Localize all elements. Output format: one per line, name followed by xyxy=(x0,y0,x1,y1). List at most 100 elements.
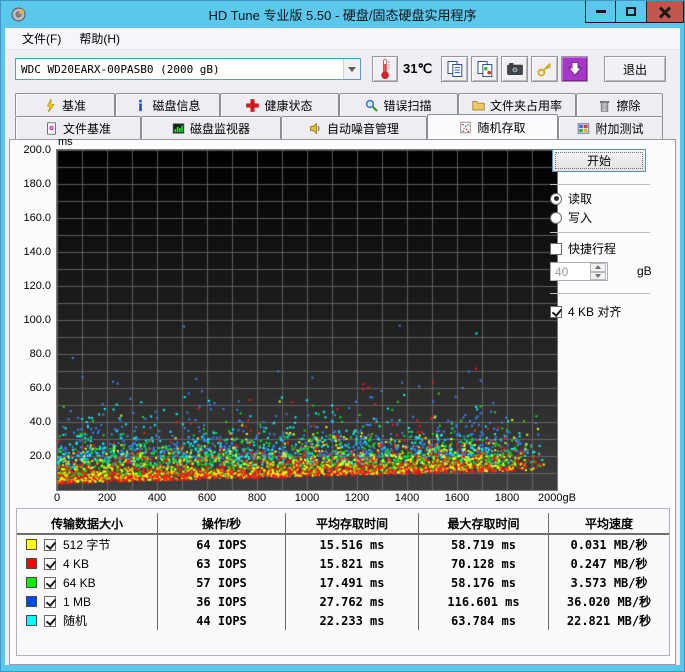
tab-disk-monitor[interactable]: 磁盘监视器 xyxy=(141,116,281,139)
max-access-value: 116.601 ms xyxy=(418,592,548,611)
download-arrow-icon xyxy=(567,62,582,76)
tab-extra-tests[interactable]: 附加测试 xyxy=(558,116,663,139)
camera-icon xyxy=(506,63,523,75)
tab-benchmark[interactable]: 基准 xyxy=(15,93,115,116)
series-checkbox[interactable] xyxy=(44,576,56,589)
tab-error-scan[interactable]: 错误扫描 xyxy=(339,93,458,116)
tab-label: 擦除 xyxy=(616,98,641,113)
table-header-cell: 平均存取时间 xyxy=(285,513,418,533)
series-color-chip xyxy=(26,596,37,607)
menubar: 文件(F) 帮助(H) xyxy=(5,28,680,50)
short-stroke-row[interactable]: 快捷行程 xyxy=(550,240,616,257)
x-axis-labels: 0 200 400 600 800 1000 1200 1400 1600 1800 2000gB xyxy=(10,492,630,506)
copy-text-icon xyxy=(447,61,462,77)
series-checkbox[interactable] xyxy=(44,595,56,608)
update-button[interactable] xyxy=(561,56,588,82)
close-button[interactable] xyxy=(647,1,684,23)
tab-disk-info[interactable]: 磁盘信息 xyxy=(115,93,220,116)
short-stroke-spinner xyxy=(590,263,606,280)
y-axis-unit-label: ms xyxy=(58,136,73,148)
tab-label: 文件夹占用率 xyxy=(489,98,562,113)
drive-select-value: WDC WD20EARX-00PASB0 (2000 gB) xyxy=(21,62,220,76)
separator xyxy=(550,184,650,185)
spinner-down-icon xyxy=(595,273,601,278)
tab-erase[interactable]: 擦除 xyxy=(576,93,663,116)
avg-speed-value: 0.247 MB/秒 xyxy=(548,554,669,573)
erase-icon xyxy=(600,100,610,112)
x-tick-label: 1200 xyxy=(344,492,370,504)
spinner-up-button[interactable] xyxy=(590,263,606,272)
series-color-chip xyxy=(26,577,37,588)
avg-access-value: 15.516 ms xyxy=(285,535,418,554)
series-checkbox[interactable] xyxy=(44,614,56,627)
table-header-cell: 最大存取时间 xyxy=(418,513,548,533)
spinner-up-icon xyxy=(595,265,601,270)
y-tick-label: 140.0 xyxy=(23,246,51,258)
table-row: 512 字节 64 IOPS 15.516 ms 58.719 ms 0.031 MB/… xyxy=(17,535,669,554)
separator xyxy=(550,232,650,233)
align-row[interactable]: 4 KB 对齐 xyxy=(550,303,621,320)
scatter-plot xyxy=(56,149,558,491)
series-checkbox[interactable] xyxy=(44,557,56,570)
write-radio-row[interactable]: 写入 xyxy=(550,209,592,226)
short-stroke-label: 快捷行程 xyxy=(568,242,617,256)
iops-value: 57 IOPS xyxy=(157,573,285,592)
tab-aam[interactable]: 自动噪音管理 xyxy=(281,116,427,139)
temperature-button[interactable] xyxy=(372,56,398,82)
align-checkbox[interactable] xyxy=(550,305,562,318)
tab-health[interactable]: 健康状态 xyxy=(220,93,339,116)
table-header-cell: 操作/秒 xyxy=(157,513,285,533)
tab-random-access[interactable]: 随机存取 xyxy=(427,114,558,139)
copy-image-button[interactable] xyxy=(471,56,498,82)
start-button[interactable]: 开始 xyxy=(552,149,646,172)
avg-access-value: 15.821 ms xyxy=(285,554,418,573)
exit-button[interactable]: 退出 xyxy=(604,56,666,82)
drive-select-arrow[interactable] xyxy=(343,59,360,79)
tab-label: 磁盘信息 xyxy=(152,98,201,113)
tab-folder-usage[interactable]: 文件夹占用率 xyxy=(458,93,576,116)
maximize-button[interactable] xyxy=(616,1,647,23)
iops-value: 36 IOPS xyxy=(157,592,285,611)
table-row: 1 MB 36 IOPS 27.762 ms 116.601 ms 36.020 MB/… xyxy=(17,592,669,611)
screenshot-button[interactable] xyxy=(501,56,528,82)
separator xyxy=(550,293,650,294)
tab-file-benchmark[interactable]: 文件基准 xyxy=(15,116,141,139)
short-stroke-unit-label: gB xyxy=(637,264,652,278)
menu-help[interactable]: 帮助(H) xyxy=(70,28,129,49)
x-tick-label: 0 xyxy=(53,492,61,504)
series-label: 4 KB xyxy=(63,556,90,571)
series-cell: 512 字节 xyxy=(17,535,157,554)
x-tick-label: 1800 xyxy=(494,492,520,504)
register-button[interactable] xyxy=(531,56,558,82)
x-tick-label: 200 xyxy=(97,492,117,504)
read-radio[interactable] xyxy=(550,192,562,205)
series-cell: 1 MB xyxy=(17,592,157,611)
menu-file[interactable]: 文件(F) xyxy=(13,28,70,49)
y-tick-label: 40.0 xyxy=(29,416,51,428)
series-label: 512 字节 xyxy=(63,538,111,552)
iops-value: 63 IOPS xyxy=(157,554,285,573)
tab-label: 错误扫描 xyxy=(383,98,432,113)
tab-label: 随机存取 xyxy=(477,120,526,135)
minimize-icon xyxy=(595,10,606,13)
write-radio-label: 写入 xyxy=(568,211,593,225)
series-checkbox[interactable] xyxy=(44,538,56,551)
toolbar-buttons xyxy=(441,56,588,82)
titlebar: HD Tune 专业版 5.50 - 硬盘/固态硬盘实用程序 xyxy=(5,1,684,28)
spinner-down-button[interactable] xyxy=(590,271,606,280)
folder-usage-icon xyxy=(472,100,485,110)
minimize-button[interactable] xyxy=(585,1,616,23)
series-cell: 随机 xyxy=(17,611,157,630)
disk-monitor-icon xyxy=(172,122,185,134)
drive-select[interactable]: WDC WD20EARX-00PASB0 (2000 gB) xyxy=(15,58,361,80)
y-tick-label: 160.0 xyxy=(23,212,51,224)
toolbar: WDC WD20EARX-00PASB0 (2000 gB) 31℃ 退出 xyxy=(5,50,680,88)
avg-access-value: 27.762 ms xyxy=(285,592,418,611)
read-radio-row[interactable]: 读取 xyxy=(550,190,592,207)
iops-value: 64 IOPS xyxy=(157,535,285,554)
copy-text-button[interactable] xyxy=(441,56,468,82)
aam-icon xyxy=(310,122,320,134)
short-stroke-checkbox[interactable] xyxy=(550,242,562,255)
write-radio[interactable] xyxy=(550,211,562,224)
avg-speed-value: 36.020 MB/秒 xyxy=(548,592,669,611)
